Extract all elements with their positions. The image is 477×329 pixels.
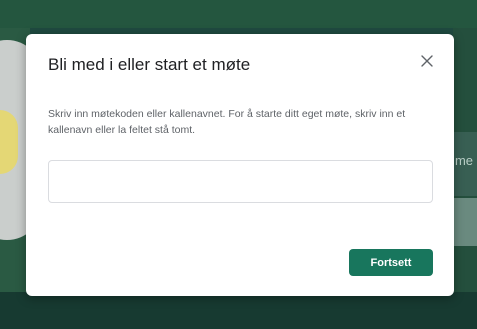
join-meeting-dialog: Bli med i eller start et møte Skriv inn … — [26, 34, 454, 296]
background-top-band — [0, 0, 477, 28]
background-partial-text: me — [454, 153, 473, 168]
close-button[interactable] — [416, 50, 438, 72]
dialog-title: Bli med i eller start et møte — [48, 55, 251, 74]
close-icon — [421, 55, 433, 67]
dialog-description: Skriv inn møtekoden eller kallenavnet. F… — [48, 108, 406, 136]
yellow-light-illustration — [0, 110, 18, 174]
background-right-block — [453, 198, 477, 246]
meeting-code-input[interactable] — [48, 160, 433, 203]
continue-button[interactable]: Fortsett — [349, 249, 433, 276]
background-bottom-band — [0, 292, 477, 329]
